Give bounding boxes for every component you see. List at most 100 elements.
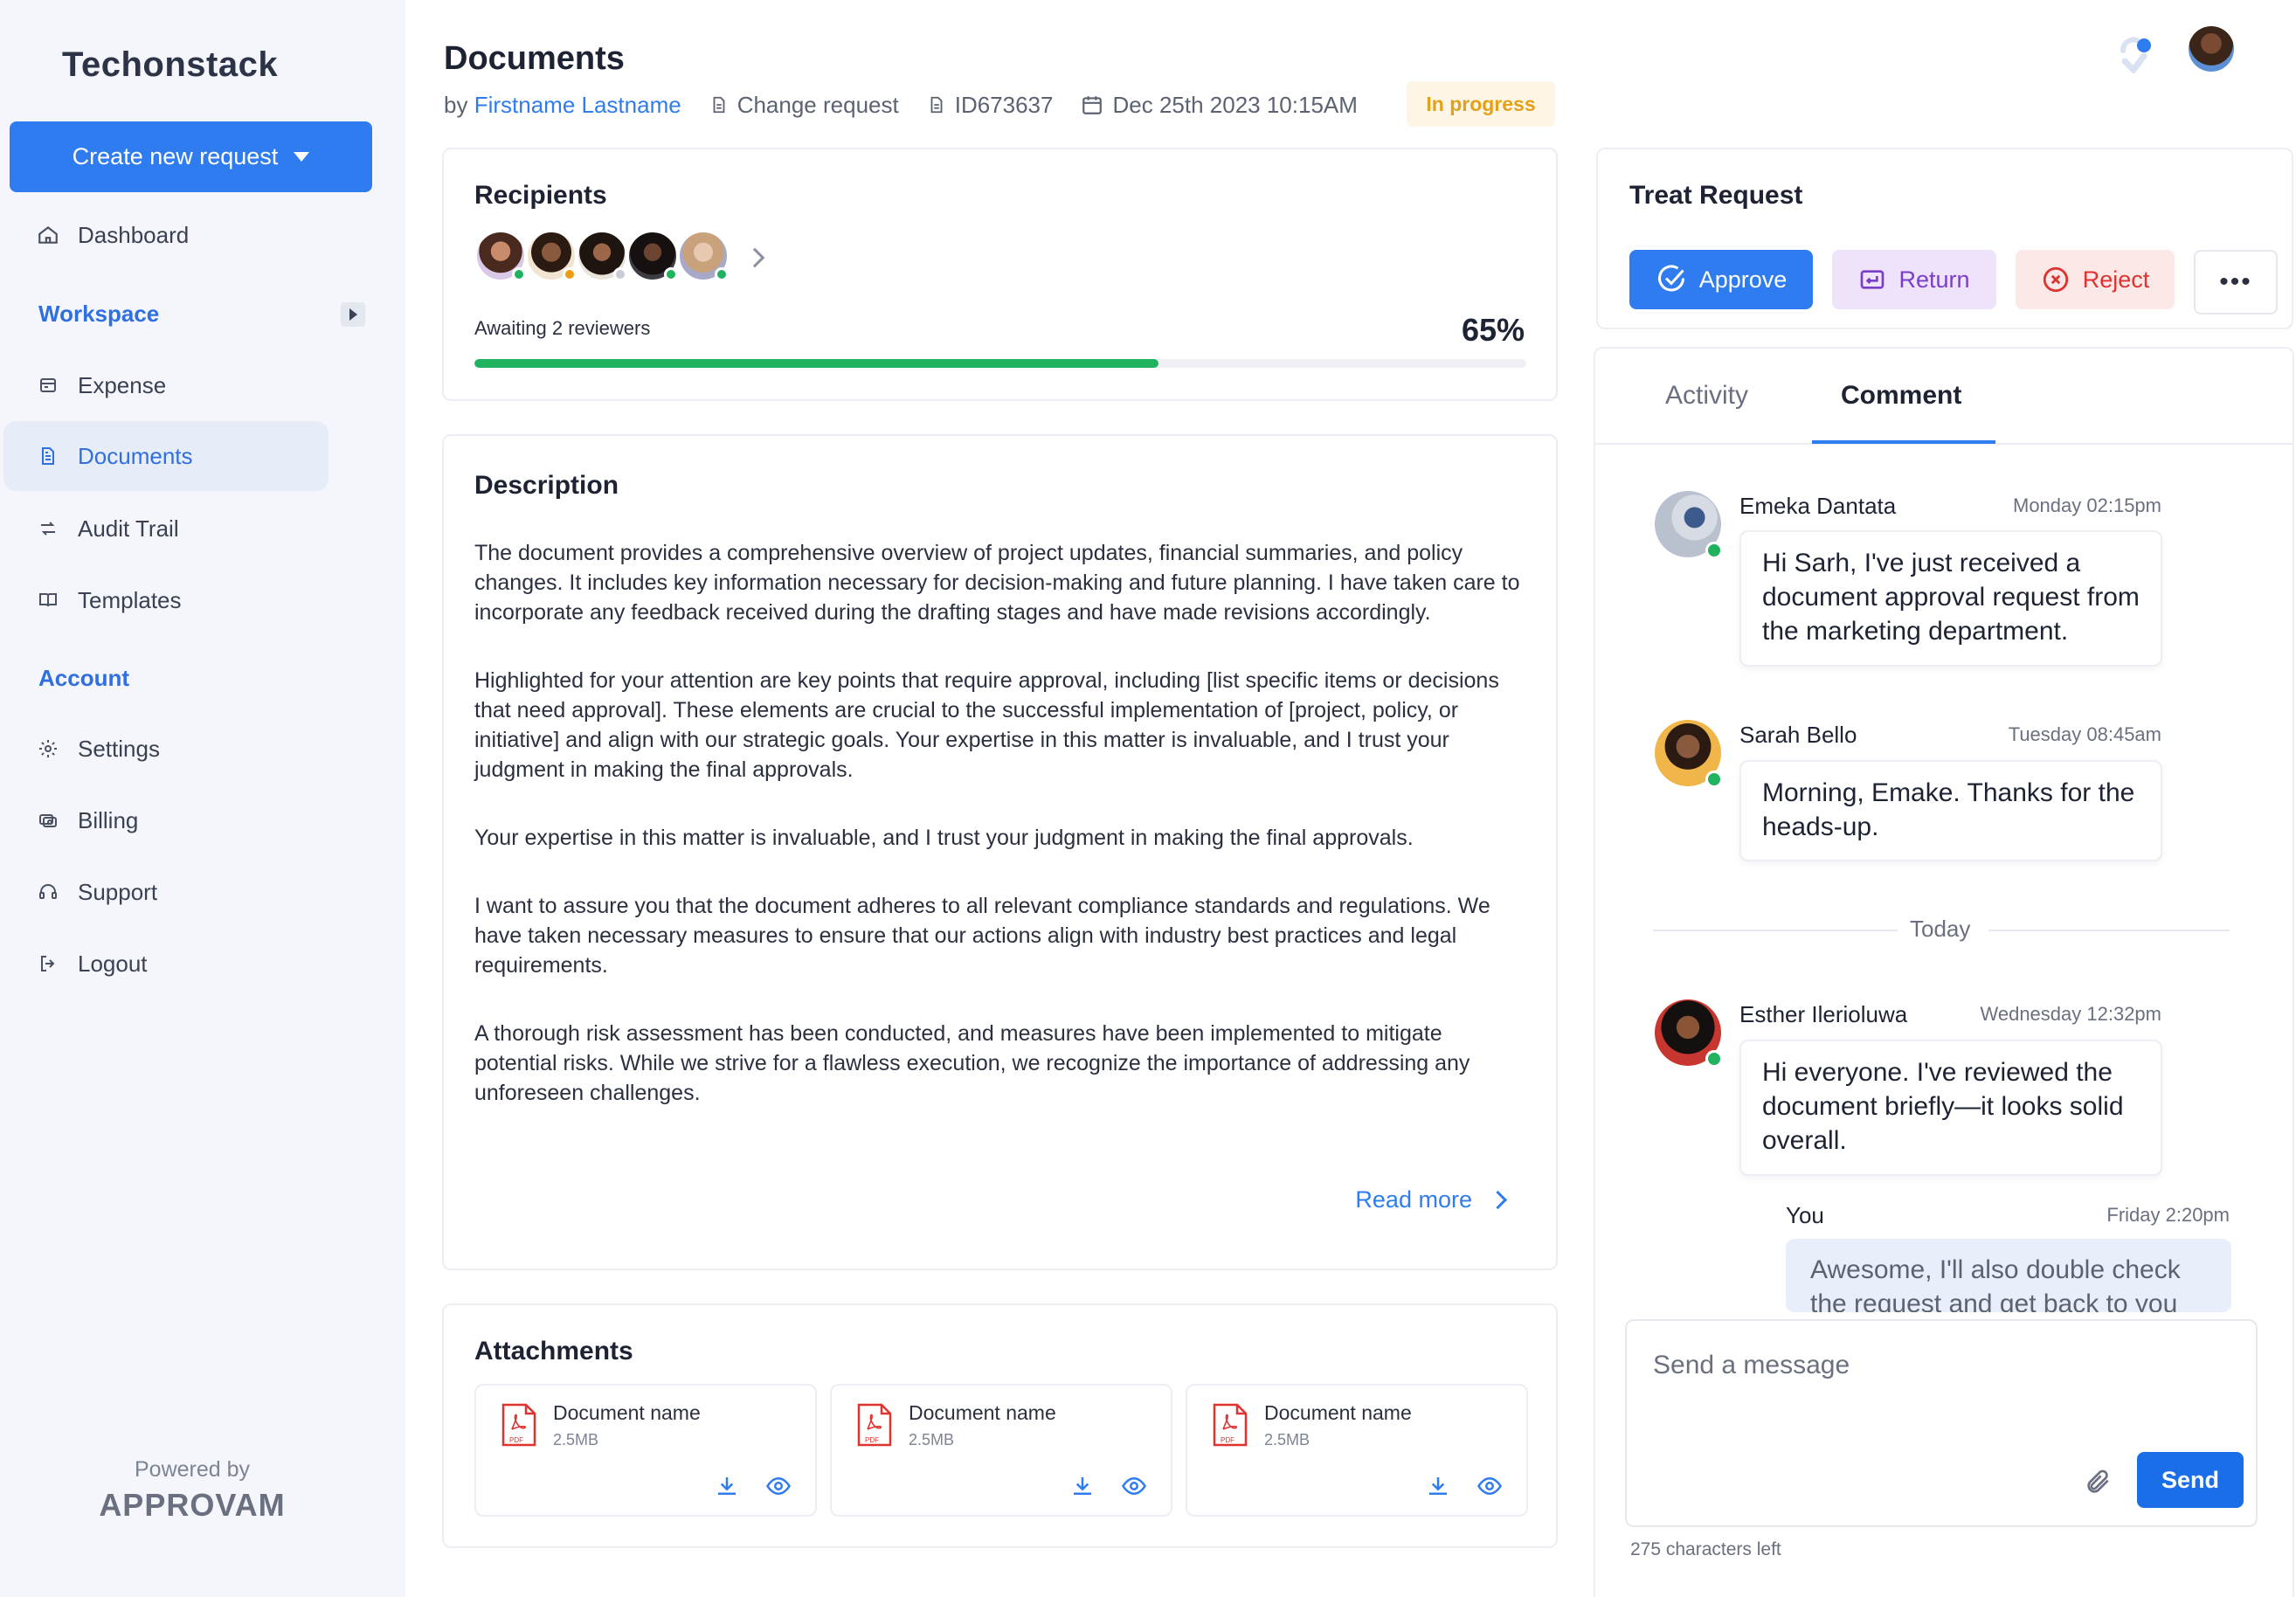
home-icon bbox=[37, 224, 59, 246]
sidebar-item-label: Dashboard bbox=[78, 221, 190, 248]
workspace-section-label: Workspace bbox=[38, 301, 160, 327]
commenter-avatar[interactable] bbox=[1655, 720, 1723, 788]
author-link[interactable]: Firstname Lastname bbox=[474, 92, 681, 118]
attachment-item[interactable]: PDF Document name 2.5MB bbox=[474, 1384, 817, 1517]
status-dot bbox=[715, 267, 729, 281]
sidebar-item-expense[interactable]: Expense bbox=[0, 359, 405, 411]
calendar-icon bbox=[1082, 96, 1103, 114]
request-date: Dec 25th 2023 10:15AM bbox=[1081, 92, 1358, 119]
request-type: Change request bbox=[709, 92, 899, 119]
notification-icon[interactable] bbox=[2118, 35, 2156, 73]
attachment-item[interactable]: PDF Document name 2.5MB bbox=[830, 1384, 1172, 1517]
recipient-avatar[interactable] bbox=[525, 230, 577, 282]
eye-icon[interactable] bbox=[1476, 1473, 1504, 1499]
treat-request-card: Treat Request Approve Return Reject ••• bbox=[1596, 148, 2293, 329]
sidebar-item-dashboard[interactable]: Dashboard bbox=[0, 209, 405, 261]
commenter-name: Esther Ilerioluwa bbox=[1739, 1001, 1908, 1027]
own-comment-time: Friday 2:20pm bbox=[2106, 1204, 2230, 1226]
download-icon[interactable] bbox=[714, 1473, 740, 1499]
sidebar-item-documents[interactable]: Documents bbox=[3, 421, 328, 491]
message-input[interactable] bbox=[1653, 1351, 2230, 1438]
attachment-name: Document name bbox=[553, 1401, 701, 1424]
workspace-expand-toggle[interactable] bbox=[341, 302, 365, 327]
sidebar-item-support[interactable]: Support bbox=[0, 866, 405, 918]
return-label: Return bbox=[1898, 266, 1970, 293]
sidebar-item-label: Templates bbox=[78, 586, 182, 613]
eye-icon[interactable] bbox=[764, 1473, 792, 1499]
status-badge: In progress bbox=[1407, 81, 1555, 127]
sidebar-item-billing[interactable]: Billing bbox=[0, 794, 405, 847]
attachments-card: Attachments PDF Document name 2.5MB PDF … bbox=[442, 1303, 1558, 1548]
recipient-avatar[interactable] bbox=[474, 230, 527, 282]
commenter-avatar[interactable] bbox=[1655, 999, 1723, 1068]
status-dot bbox=[613, 267, 627, 281]
sidebar-item-label: Documents bbox=[78, 442, 193, 469]
commenter-avatar[interactable] bbox=[1655, 491, 1723, 559]
return-button[interactable]: Return bbox=[1832, 250, 1996, 309]
comment-time: Tuesday 08:45am bbox=[2008, 723, 2161, 745]
recipient-avatar[interactable] bbox=[626, 230, 679, 282]
progress-bar-fill bbox=[474, 359, 1158, 368]
wallet-icon bbox=[37, 374, 59, 397]
comment-time: Wednesday 12:32pm bbox=[1980, 1003, 2161, 1025]
powered-by-brand: APPROVAM bbox=[99, 1487, 286, 1523]
svg-text:PDF: PDF bbox=[865, 1436, 879, 1444]
create-new-request-button[interactable]: Create new request bbox=[10, 121, 372, 192]
send-button[interactable]: Send bbox=[2137, 1452, 2244, 1508]
user-avatar[interactable] bbox=[2189, 26, 2234, 72]
attachment-size: 2.5MB bbox=[909, 1431, 955, 1448]
sidebar: Techonstack Create new request Dashboard… bbox=[0, 0, 405, 1597]
tab-comment[interactable]: Comment bbox=[1841, 381, 1961, 411]
sidebar-item-templates[interactable]: Templates bbox=[0, 574, 405, 626]
brand-logo[interactable]: Techonstack bbox=[62, 45, 278, 85]
chevron-right-icon[interactable] bbox=[744, 247, 765, 268]
comment-bubble: Hi everyone. I've reviewed the document … bbox=[1739, 1040, 2162, 1176]
sidebar-item-settings[interactable]: Settings bbox=[0, 722, 405, 775]
pdf-file-icon: PDF bbox=[1213, 1403, 1248, 1447]
paperclip-icon[interactable] bbox=[2085, 1468, 2113, 1496]
author-prefix: by bbox=[444, 91, 468, 118]
tab-activity[interactable]: Activity bbox=[1665, 381, 1748, 411]
request-id-label: ID673637 bbox=[954, 91, 1054, 118]
download-icon[interactable] bbox=[1425, 1473, 1451, 1499]
reject-button[interactable]: Reject bbox=[2016, 250, 2175, 309]
more-options-button[interactable]: ••• bbox=[2194, 250, 2278, 315]
description-title: Description bbox=[474, 471, 619, 500]
recipients-title: Recipients bbox=[474, 181, 607, 210]
x-circle-icon bbox=[2043, 266, 2068, 293]
chevron-right-icon bbox=[1488, 1190, 1508, 1210]
headset-icon bbox=[37, 881, 59, 903]
eye-icon[interactable] bbox=[1120, 1473, 1148, 1499]
comment-time: Monday 02:15pm bbox=[2013, 494, 2161, 516]
approve-label: Approve bbox=[1698, 266, 1788, 293]
description-paragraph: A thorough risk assessment has been cond… bbox=[474, 1021, 1470, 1105]
request-type-label: Change request bbox=[737, 91, 899, 118]
read-more-link[interactable]: Read more bbox=[1355, 1186, 1508, 1213]
sidebar-item-label: Billing bbox=[78, 806, 139, 833]
svg-text:PDF: PDF bbox=[1221, 1436, 1234, 1444]
more-icon: ••• bbox=[2219, 267, 2252, 296]
read-more-label: Read more bbox=[1355, 1186, 1472, 1213]
download-icon[interactable] bbox=[1069, 1473, 1096, 1499]
commenter-name: Emeka Dantata bbox=[1739, 493, 1897, 519]
recipient-avatar[interactable] bbox=[677, 230, 730, 282]
recipient-avatars[interactable] bbox=[474, 230, 730, 282]
recipient-avatar[interactable] bbox=[576, 230, 628, 282]
sidebar-item-logout[interactable]: Logout bbox=[0, 937, 405, 990]
online-status-dot bbox=[1705, 1050, 1723, 1068]
coins-icon bbox=[37, 809, 59, 832]
author-line: by Firstname Lastname bbox=[444, 92, 681, 119]
description-paragraph: Your expertise in this matter is invalua… bbox=[474, 826, 1414, 850]
attachment-item[interactable]: PDF Document name 2.5MB bbox=[1186, 1384, 1528, 1517]
description-paragraph: Highlighted for your attention are key p… bbox=[474, 668, 1499, 782]
page-title: Documents bbox=[444, 40, 625, 77]
progress-bar bbox=[474, 359, 1526, 368]
document-meta: by Firstname Lastname Change request ID6… bbox=[444, 87, 1386, 122]
document-icon bbox=[37, 445, 59, 467]
attachment-name: Document name bbox=[909, 1401, 1056, 1424]
comment-bubble: Hi Sarh, I've just received a document a… bbox=[1739, 530, 2162, 667]
commenter-name: Sarah Bello bbox=[1739, 722, 1857, 748]
document-icon bbox=[713, 96, 725, 114]
sidebar-item-audit-trail[interactable]: Audit Trail bbox=[0, 502, 405, 555]
approve-button[interactable]: Approve bbox=[1629, 250, 1813, 309]
